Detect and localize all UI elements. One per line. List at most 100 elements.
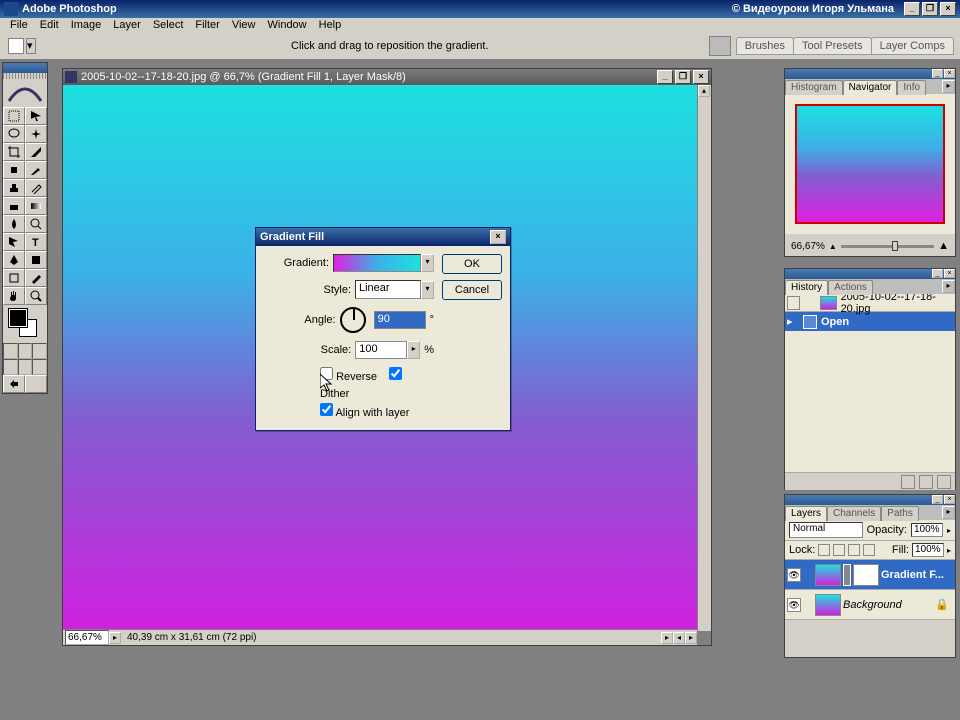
- lock-all-icon[interactable]: [863, 544, 875, 556]
- dialog-titlebar[interactable]: Gradient Fill ×: [256, 228, 510, 246]
- blur-tool-icon[interactable]: [3, 215, 25, 233]
- hand-tool-icon[interactable]: [3, 287, 25, 305]
- zoom-tool-icon[interactable]: [25, 287, 47, 305]
- menu-image[interactable]: Image: [65, 18, 108, 32]
- tab-navigator[interactable]: Navigator: [843, 80, 898, 95]
- history-snapshot-row[interactable]: 2005-10-02--17-18-20.jpg: [785, 294, 955, 312]
- new-snapshot-icon[interactable]: [919, 475, 933, 489]
- menu-window[interactable]: Window: [262, 18, 313, 32]
- close-button[interactable]: ×: [940, 2, 956, 16]
- panel-menu-button[interactable]: ▸: [942, 506, 955, 519]
- scale-stepper[interactable]: ▸: [407, 341, 420, 359]
- tab-paths[interactable]: Paths: [881, 506, 919, 521]
- panel-close-button[interactable]: ×: [944, 269, 955, 278]
- dodge-tool-icon[interactable]: [25, 215, 47, 233]
- scale-input[interactable]: 100: [355, 341, 407, 359]
- fill-stepper[interactable]: ▸: [947, 546, 951, 555]
- hscroll-right[interactable]: ▸: [685, 632, 697, 644]
- type-tool-icon[interactable]: T: [25, 233, 47, 251]
- shape-tool-icon[interactable]: [25, 251, 47, 269]
- vertical-scrollbar[interactable]: ▴: [697, 85, 711, 631]
- tab-layer-comps[interactable]: Layer Comps: [871, 37, 954, 55]
- notes-tool-icon[interactable]: [3, 269, 25, 287]
- zoom-input[interactable]: 66,67%: [65, 630, 109, 645]
- eyedropper-tool-icon[interactable]: [25, 269, 47, 287]
- slice-tool-icon[interactable]: [25, 143, 47, 161]
- zoom-menu-button[interactable]: ▸: [109, 632, 121, 644]
- toolbox-title[interactable]: [3, 63, 47, 73]
- panel-menu-button[interactable]: ▸: [942, 280, 955, 293]
- panel-titlebar[interactable]: _×: [785, 269, 955, 279]
- tab-actions[interactable]: Actions: [828, 280, 873, 295]
- panel-close-button[interactable]: ×: [944, 69, 955, 78]
- minimize-button[interactable]: _: [904, 2, 920, 16]
- fill-input[interactable]: 100%: [912, 543, 944, 557]
- lasso-tool-icon[interactable]: [3, 125, 25, 143]
- wand-tool-icon[interactable]: [25, 125, 47, 143]
- visibility-icon[interactable]: 👁: [787, 568, 801, 582]
- zoom-out-icon[interactable]: ▲: [829, 242, 837, 251]
- palette-well-icon[interactable]: [709, 36, 731, 56]
- layer-row[interactable]: 👁 Gradient F...: [785, 560, 955, 590]
- panel-close-button[interactable]: ×: [944, 495, 955, 504]
- doc-minimize-button[interactable]: _: [657, 70, 673, 84]
- menu-edit[interactable]: Edit: [34, 18, 65, 32]
- panel-minimize-button[interactable]: _: [932, 269, 943, 278]
- layer-mask-thumbnail[interactable]: [853, 564, 879, 586]
- screenmode-full-icon[interactable]: [32, 359, 47, 375]
- menu-help[interactable]: Help: [313, 18, 348, 32]
- stamp-tool-icon[interactable]: [3, 179, 25, 197]
- opacity-stepper[interactable]: ▸: [947, 526, 951, 535]
- document-titlebar[interactable]: 2005-10-02--17-18-20.jpg @ 66,7% (Gradie…: [63, 69, 711, 85]
- gradient-dropdown-button[interactable]: ▾: [421, 254, 434, 272]
- panel-titlebar[interactable]: _×: [785, 69, 955, 79]
- style-select[interactable]: Linear: [355, 280, 421, 299]
- screenmode-full-menu-icon[interactable]: [18, 359, 33, 375]
- panel-titlebar[interactable]: _×: [785, 495, 955, 505]
- history-source-icon[interactable]: [787, 296, 800, 310]
- reverse-checkbox[interactable]: Reverse: [320, 371, 377, 383]
- gradient-preview[interactable]: [333, 254, 421, 272]
- style-dropdown-button[interactable]: ▾: [421, 281, 434, 299]
- quickmask-icon[interactable]: [32, 343, 47, 359]
- menu-layer[interactable]: Layer: [107, 18, 147, 32]
- ok-button[interactable]: OK: [442, 254, 502, 274]
- lock-position-icon[interactable]: [848, 544, 860, 556]
- menu-file[interactable]: File: [4, 18, 34, 32]
- layer-name[interactable]: Gradient F...: [881, 569, 944, 581]
- zoom-in-icon[interactable]: ▲: [938, 240, 949, 252]
- tab-history[interactable]: History: [785, 280, 828, 295]
- align-checkbox[interactable]: Align with layer: [320, 407, 409, 419]
- jump-to-imageready-icon[interactable]: [3, 375, 25, 393]
- menu-view[interactable]: View: [226, 18, 262, 32]
- marquee-tool-icon[interactable]: [3, 107, 25, 125]
- cancel-button[interactable]: Cancel: [442, 280, 502, 300]
- lock-transparency-icon[interactable]: [818, 544, 830, 556]
- panel-menu-button[interactable]: ▸: [942, 80, 955, 93]
- tab-info[interactable]: Info: [897, 80, 926, 95]
- layer-row[interactable]: 👁 Background 🔒: [785, 590, 955, 620]
- new-doc-from-state-icon[interactable]: [901, 475, 915, 489]
- history-selector-icon[interactable]: ▸: [787, 315, 801, 329]
- lock-pixels-icon[interactable]: [833, 544, 845, 556]
- visibility-icon[interactable]: 👁: [787, 598, 801, 612]
- delete-state-icon[interactable]: [937, 475, 951, 489]
- maximize-button[interactable]: ❐: [922, 2, 938, 16]
- zoom-slider[interactable]: [841, 245, 934, 248]
- foreground-color-swatch[interactable]: [9, 309, 27, 327]
- doc-maximize-button[interactable]: ❐: [675, 70, 691, 84]
- pen-tool-icon[interactable]: [3, 251, 25, 269]
- opacity-input[interactable]: 100%: [911, 523, 943, 537]
- panel-minimize-button[interactable]: _: [932, 69, 943, 78]
- brush-tool-icon[interactable]: [25, 161, 47, 179]
- layer-thumbnail[interactable]: [815, 564, 841, 586]
- tab-layers[interactable]: Layers: [785, 506, 827, 521]
- tab-tool-presets[interactable]: Tool Presets: [793, 37, 872, 55]
- tab-brushes[interactable]: Brushes: [736, 37, 794, 55]
- tool-preset-dropdown[interactable]: ▾: [26, 38, 36, 54]
- blend-mode-select[interactable]: Normal: [789, 522, 863, 538]
- navigator-thumbnail[interactable]: [795, 104, 945, 224]
- angle-wheel[interactable]: [340, 307, 366, 333]
- angle-input[interactable]: 90: [374, 311, 426, 329]
- heal-tool-icon[interactable]: [3, 161, 25, 179]
